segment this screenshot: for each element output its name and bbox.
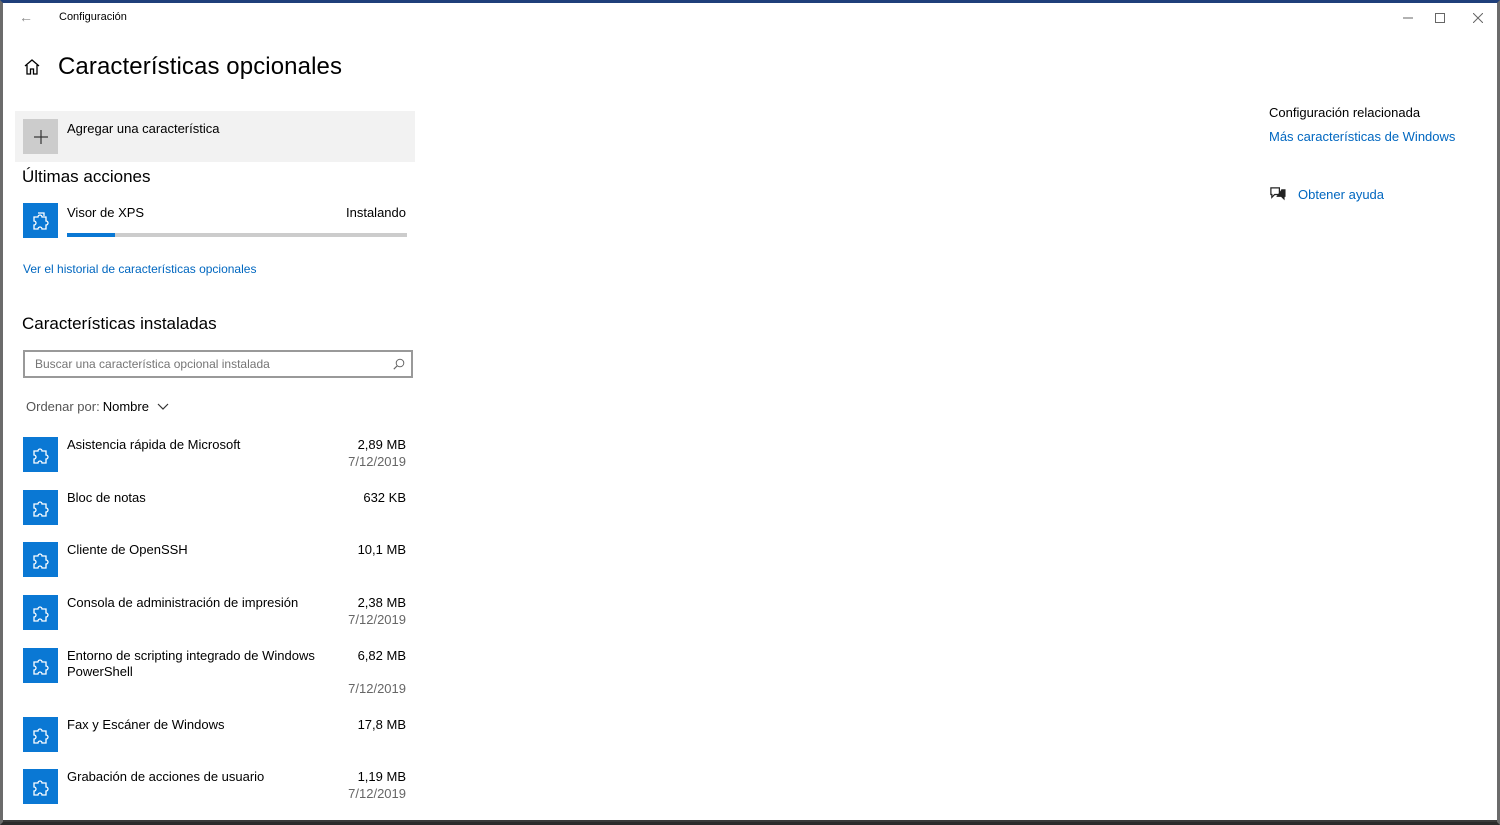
- bottom-edge: [3, 820, 1497, 822]
- feature-size: 10,1 MB: [357, 542, 406, 557]
- close-button[interactable]: [1460, 5, 1496, 31]
- close-icon: [1473, 13, 1483, 23]
- maximize-icon: [1435, 13, 1445, 23]
- feature-list-item[interactable]: Grabación de acciones de usuario 1,19 MB 7…: [23, 769, 408, 809]
- feature-name: Cliente de OpenSSH: [67, 542, 188, 557]
- puzzle-icon: [23, 490, 58, 525]
- page-title: Características opcionales: [58, 53, 343, 80]
- recent-actions-title: Últimas acciones: [22, 167, 151, 186]
- search-input[interactable]: [33, 356, 387, 372]
- app-title: Configuración: [59, 11, 127, 23]
- puzzle-icon: [23, 437, 58, 472]
- feature-name: Bloc de notas: [67, 490, 146, 505]
- sort-dropdown[interactable]: Ordenar por: Nombre: [26, 399, 169, 414]
- feature-list-item[interactable]: Entorno de scripting integrado de Window…: [23, 648, 408, 696]
- install-progress-fill: [67, 233, 115, 237]
- puzzle-icon: [23, 542, 58, 577]
- feature-date: 7/12/2019: [348, 786, 406, 801]
- recent-item-name: Visor de XPS: [67, 205, 145, 220]
- back-arrow-icon[interactable]: ←: [15, 7, 37, 27]
- add-feature-button[interactable]: Agregar una característica: [15, 111, 415, 162]
- minimize-icon: [1403, 17, 1413, 19]
- chevron-down-icon: [157, 403, 169, 410]
- more-windows-features-link[interactable]: Más características de Windows: [1269, 129, 1455, 144]
- feature-date: 7/12/2019: [348, 681, 406, 696]
- feature-size: 17,8 MB: [357, 717, 406, 732]
- puzzle-icon: [23, 203, 58, 238]
- feature-list-item[interactable]: Bloc de notas 632 KB: [23, 490, 408, 530]
- install-progress-bar: [67, 233, 407, 237]
- sort-value: Nombre: [102, 399, 149, 414]
- feature-size: 6,82 MB: [357, 648, 406, 663]
- page-header: Características opcionales: [22, 52, 342, 82]
- maximize-button[interactable]: [1422, 5, 1458, 31]
- get-help-label: Obtener ayuda: [1298, 187, 1385, 202]
- feature-list-item[interactable]: Fax y Escáner de Windows 17,8 MB: [23, 717, 408, 757]
- feature-name: Grabación de acciones de usuario: [67, 769, 265, 784]
- feature-list-item[interactable]: Asistencia rápida de Microsoft 2,89 MB 7/1…: [23, 437, 408, 477]
- get-help-link[interactable]: Obtener ayuda: [1269, 186, 1384, 203]
- puzzle-icon: [23, 769, 58, 804]
- feature-name: Consola de administración de impresión: [67, 595, 299, 610]
- feature-list-item[interactable]: Cliente de OpenSSH 10,1 MB: [23, 542, 408, 582]
- puzzle-icon: [23, 717, 58, 752]
- feature-size: 1,19 MB: [357, 769, 406, 784]
- feature-date: 7/12/2019: [348, 612, 406, 627]
- add-feature-label: Agregar una característica: [67, 121, 220, 136]
- search-icon[interactable]: [393, 358, 405, 370]
- recent-action-row: Visor de XPS Instalando: [23, 203, 408, 239]
- feature-name: Fax y Escáner de Windows: [67, 717, 225, 732]
- feature-name: Asistencia rápida de Microsoft: [67, 437, 241, 452]
- feature-name: Entorno de scripting integrado de Window…: [67, 648, 315, 679]
- help-icon: [1270, 187, 1286, 201]
- installed-features-title: Características instaladas: [22, 314, 217, 333]
- feature-date: 7/12/2019: [348, 454, 406, 469]
- recent-item-status: Instalando: [346, 205, 406, 220]
- feature-list-item[interactable]: Consola de administración de impresión 2,…: [23, 595, 408, 635]
- history-link[interactable]: Ver el historial de características opci…: [23, 262, 256, 276]
- feature-size: 2,38 MB: [357, 595, 406, 610]
- minimize-button[interactable]: [1390, 5, 1426, 31]
- feature-size: 632 KB: [363, 490, 406, 505]
- sort-label: Ordenar por:: [26, 399, 100, 414]
- feature-size: 2,89 MB: [357, 437, 406, 452]
- home-icon[interactable]: [22, 57, 42, 77]
- puzzle-icon: [23, 595, 58, 630]
- related-settings-title: Configuración relacionada: [1269, 105, 1421, 120]
- search-field[interactable]: [23, 350, 413, 378]
- title-bar: ← Configuración: [3, 3, 1497, 31]
- puzzle-icon: [23, 648, 58, 683]
- plus-icon: [23, 119, 58, 154]
